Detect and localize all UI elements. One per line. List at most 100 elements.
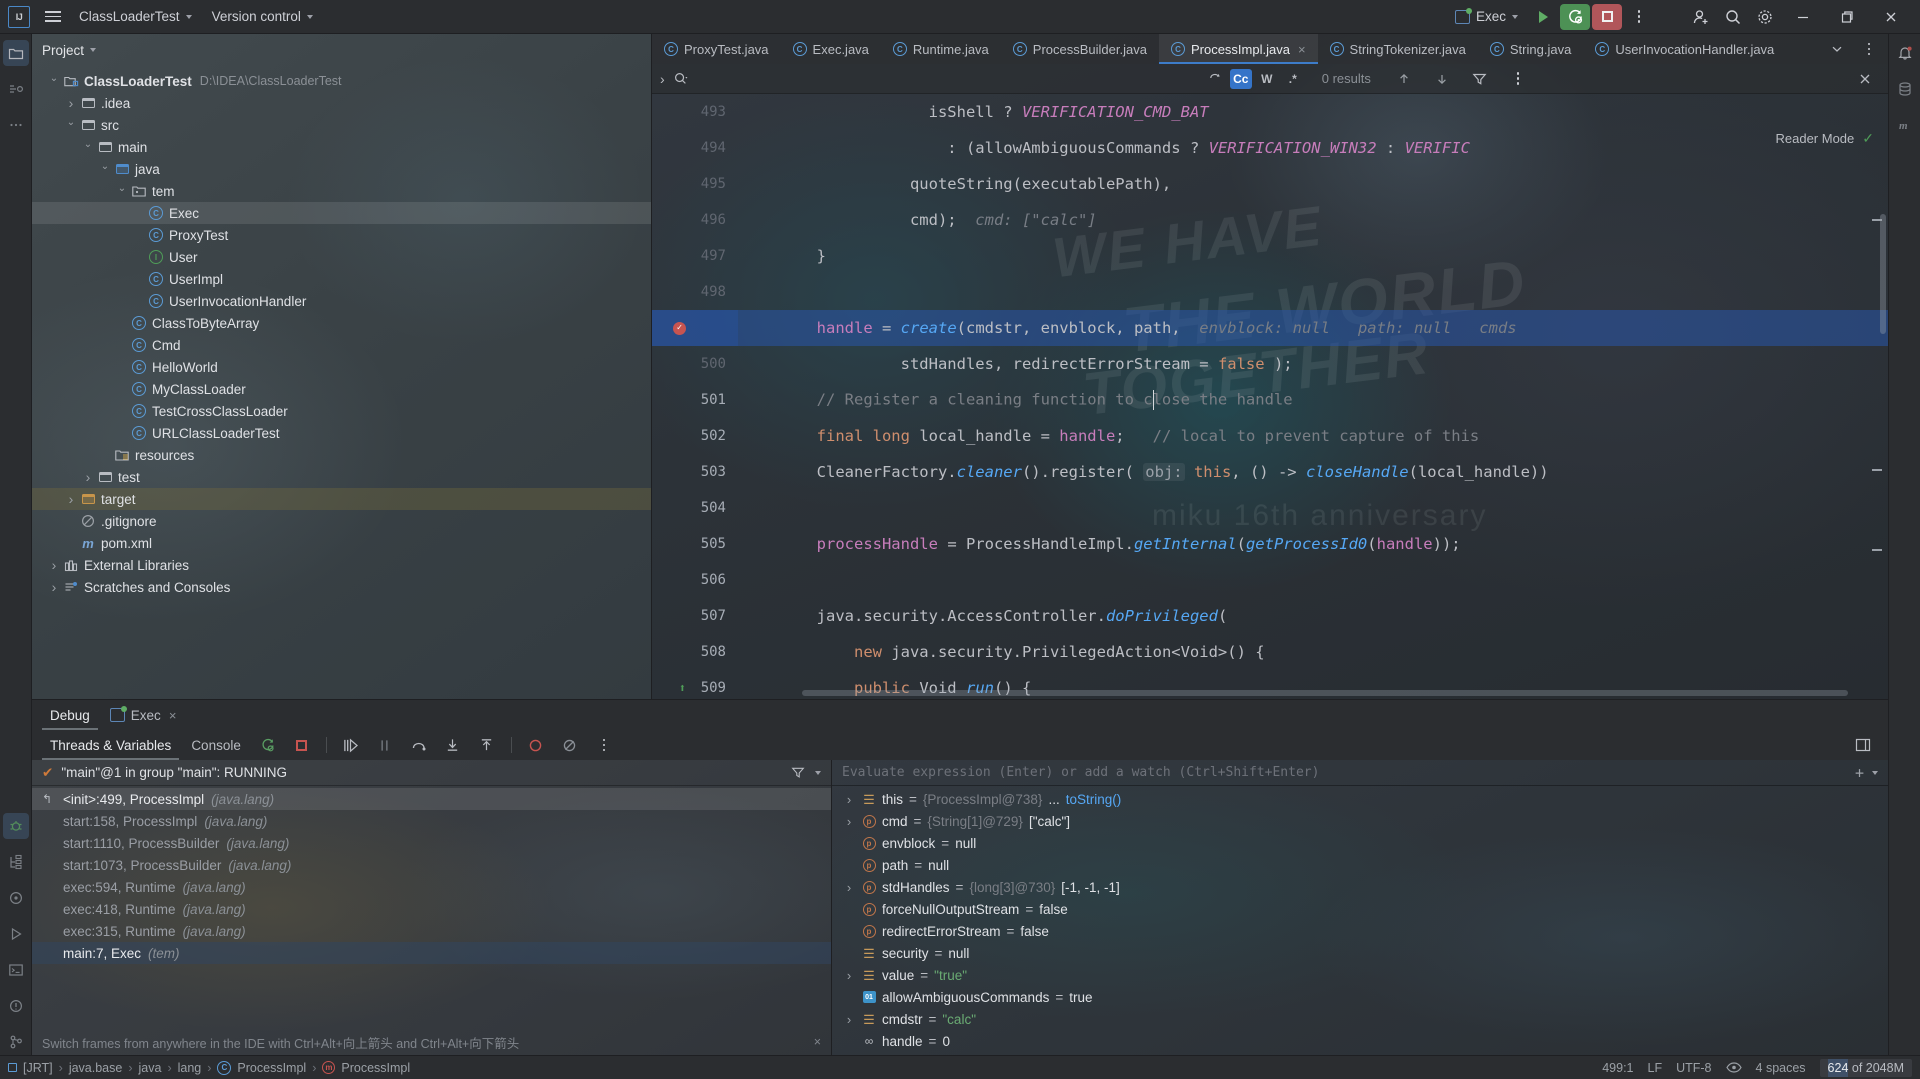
find-next-button[interactable] <box>1427 66 1457 92</box>
settings-button[interactable] <box>1750 4 1780 30</box>
gutter-line-502[interactable]: 502 <box>652 418 738 454</box>
editor-tab-stringtokenizer-java[interactable]: C StringTokenizer.java <box>1318 34 1478 64</box>
variables-list[interactable]: › ☰ this = {ProcessImpl@738} ... toString(… <box>832 786 1888 1055</box>
tool-window-problems[interactable] <box>3 993 29 1019</box>
variable-row-envblock[interactable]: p envblock = null <box>832 832 1888 854</box>
chevron-down-icon[interactable] <box>63 120 79 131</box>
tree-node-urlclassloadertest[interactable]: C URLClassLoaderTest <box>32 422 651 444</box>
variable-row-value[interactable]: › ☰ value = "true" <box>832 964 1888 986</box>
variable-row-redirecterrorstream[interactable]: p redirectErrorStream = false <box>832 920 1888 942</box>
variable-row-security[interactable]: ☰ security = null <box>832 942 1888 964</box>
thread-selector[interactable]: ✔ "main"@1 in group "main": RUNNING <box>32 760 831 786</box>
tool-window-run[interactable] <box>3 921 29 947</box>
tree-node-proxytest[interactable]: C ProxyTest <box>32 224 651 246</box>
tree-node-pom-xml[interactable]: m pom.xml <box>32 532 651 554</box>
whole-words-toggle[interactable]: W <box>1256 69 1278 89</box>
gutter-line-504[interactable]: 504 <box>652 490 738 526</box>
tree-node-test[interactable]: test <box>32 466 651 488</box>
variable-row-forcenulloutputstream[interactable]: p forceNullOutputStream = false <box>832 898 1888 920</box>
debug-tab-debug[interactable]: Debug <box>42 702 98 730</box>
tool-window-terminal[interactable] <box>3 957 29 983</box>
caret-position[interactable]: 499:1 <box>1602 1061 1633 1075</box>
stack-frames-list[interactable]: ↰ <init>:499, ProcessImpl (java.lang) start… <box>32 786 831 1055</box>
tool-window-maven[interactable]: m <box>1892 112 1918 138</box>
chevron-right-icon[interactable] <box>80 469 96 485</box>
chevron-right-icon[interactable]: › <box>842 1012 856 1027</box>
project-tree[interactable]: ClassLoaderTest D:\IDEA\ClassLoaderTest .i… <box>32 66 651 699</box>
code-line-493[interactable]: 493 isShell ? VERIFICATION_CMD_BAT <box>652 94 1888 130</box>
add-watch-icon[interactable]: + <box>1855 764 1864 782</box>
gutter-line-505[interactable]: 505 <box>652 526 738 562</box>
chevron-right-icon[interactable] <box>63 491 79 507</box>
stack-frame-row[interactable]: ↰ <init>:499, ProcessImpl (java.lang) <box>32 788 831 810</box>
chevron-right-icon[interactable]: › <box>842 968 856 983</box>
mute-breakpoints-button[interactable] <box>555 732 585 758</box>
hamburger-menu-icon[interactable] <box>38 4 68 30</box>
more-actions-button[interactable] <box>1624 4 1654 30</box>
breadcrumb[interactable]: [JRT] › java.base › java › lang › C ProcessImpl › m… <box>23 1060 410 1075</box>
code-line-504[interactable]: 504 <box>652 490 1888 526</box>
tool-window-debug[interactable] <box>2 813 29 839</box>
stop-button[interactable] <box>1592 3 1622 30</box>
debug-more-button[interactable] <box>589 732 619 758</box>
breadcrumb-item[interactable]: java.base <box>69 1061 123 1075</box>
code-line-500[interactable]: 500 stdHandles, redirectErrorStream = fa… <box>652 346 1888 382</box>
evaluate-expression-row[interactable]: Evaluate expression (Enter) or add a wat… <box>832 760 1888 786</box>
close-button[interactable] <box>1870 2 1912 32</box>
chevron-right-icon[interactable]: › <box>842 792 856 807</box>
editor-more-button[interactable] <box>1854 36 1884 62</box>
step-out-button[interactable] <box>472 732 502 758</box>
gutter-line-509[interactable]: ⬆ 509 <box>652 670 738 699</box>
tree-node-src[interactable]: src <box>32 114 651 136</box>
gutter-line-500[interactable]: 500 <box>652 346 738 382</box>
tree-node-userimpl[interactable]: C UserImpl <box>32 268 651 290</box>
step-over-button[interactable] <box>404 732 434 758</box>
gutter-line-495[interactable]: 495 <box>652 166 738 202</box>
editor-tab-string-java[interactable]: C String.java <box>1478 34 1583 64</box>
project-selector[interactable]: ClassLoaderTest <box>70 5 201 29</box>
gutter-line-498[interactable]: 498 <box>652 274 738 310</box>
variable-row-path[interactable]: p path = null <box>832 854 1888 876</box>
editor-tab-processbuilder-java[interactable]: C ProcessBuilder.java <box>1001 34 1159 64</box>
tab-list-button[interactable] <box>1822 36 1852 62</box>
tool-window-git[interactable] <box>3 1029 29 1055</box>
debug-layout-button[interactable] <box>1848 732 1878 758</box>
editor-tab-runtime-java[interactable]: C Runtime.java <box>881 34 1001 64</box>
chevron-down-icon[interactable] <box>46 76 62 87</box>
reader-mode-icon[interactable] <box>1725 1062 1742 1073</box>
gutter-line-496[interactable]: 496 <box>652 202 738 238</box>
account-button[interactable] <box>1686 4 1716 30</box>
breadcrumb-item[interactable]: java <box>139 1061 162 1075</box>
editor-horizontal-scrollbar[interactable] <box>802 690 1848 696</box>
chevron-right-icon[interactable] <box>46 557 62 573</box>
code-line-494[interactable]: 494 : (allowAmbiguousCommands ? VERIFICA… <box>652 130 1888 166</box>
regex-toggle[interactable]: .* <box>1282 69 1304 89</box>
tree-node-myclassloader[interactable]: C MyClassLoader <box>32 378 651 400</box>
run-configuration-selector[interactable]: Exec <box>1447 5 1526 29</box>
code-line-502[interactable]: 502 final long local_handle = handle; //… <box>652 418 1888 454</box>
code-line-505[interactable]: 505 processHandle = ProcessHandleImpl.ge… <box>652 526 1888 562</box>
resume-program-button[interactable] <box>336 732 366 758</box>
editor-tab-exec-java[interactable]: C Exec.java <box>781 34 881 64</box>
tree-node-helloworld[interactable]: C HelloWorld <box>32 356 651 378</box>
debug-tab-exec[interactable]: Exec × <box>102 702 185 728</box>
chevron-right-icon[interactable] <box>63 95 79 111</box>
variable-tostring-link[interactable]: toString() <box>1066 792 1122 807</box>
editor-tab-proxytest-java[interactable]: C ProxyTest.java <box>652 34 781 64</box>
find-close-button[interactable] <box>1850 66 1880 92</box>
code-line-507[interactable]: 507 java.security.AccessController.doPri… <box>652 598 1888 634</box>
chevron-down-icon[interactable] <box>114 186 130 197</box>
tree-node-target[interactable]: target <box>32 488 651 510</box>
tree-node-testcrossclassloader[interactable]: C TestCrossClassLoader <box>32 400 651 422</box>
override-marker-icon[interactable]: ⬆ <box>679 681 686 695</box>
tree-node-resources[interactable]: resources <box>32 444 651 466</box>
breadcrumb-item[interactable]: [JRT] <box>23 1061 53 1075</box>
chevron-right-icon[interactable]: › <box>660 71 665 87</box>
chevron-right-icon[interactable]: › <box>842 880 856 895</box>
stack-frame-row[interactable]: exec:594, Runtime (java.lang) <box>32 876 831 898</box>
tree-node-scratches-and-consoles[interactable]: Scratches and Consoles <box>32 576 651 598</box>
line-separator[interactable]: LF <box>1648 1061 1663 1075</box>
debug-rerun-button[interactable] <box>253 732 283 758</box>
filter-icon[interactable] <box>791 766 805 779</box>
code-lines[interactable]: 493 isShell ? VERIFICATION_CMD_BAT 494 : … <box>652 94 1888 699</box>
